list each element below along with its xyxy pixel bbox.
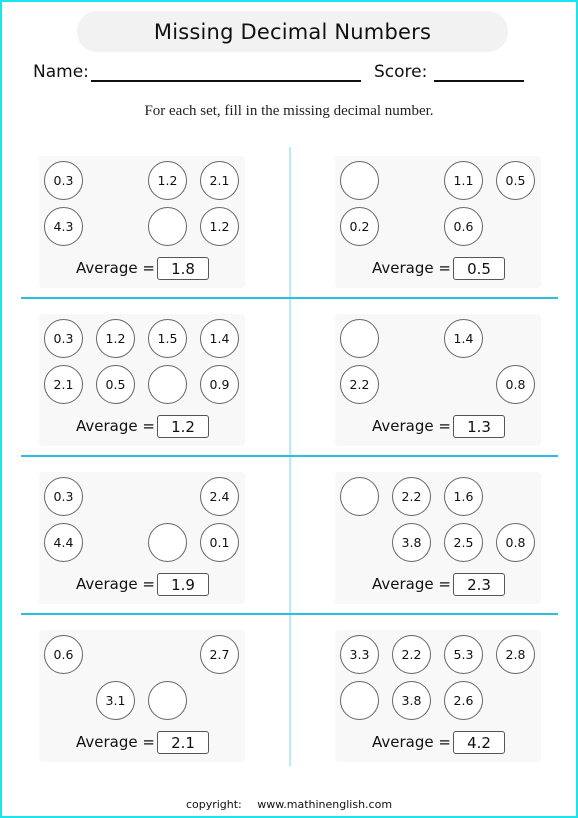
number-circle: 1.4 — [444, 319, 483, 358]
missing-number-input[interactable] — [340, 161, 379, 200]
problem-set-6: 2.2 1.6 3.8 2.5 0.8 Average = 2.3 — [335, 472, 541, 604]
average-value-box: 1.8 — [157, 257, 209, 280]
horizontal-divider — [21, 297, 558, 299]
number-circle: 0.5 — [96, 365, 135, 404]
average-label: Average = — [372, 733, 451, 751]
number-circle: 0.1 — [200, 523, 239, 562]
number-circle: 0.8 — [496, 365, 535, 404]
number-circle: 1.2 — [200, 207, 239, 246]
problem-set-2: 1.1 0.5 0.2 0.6 Average = 0.5 — [335, 156, 541, 288]
missing-number-input[interactable] — [148, 681, 187, 720]
horizontal-divider — [21, 455, 558, 457]
number-circle: 4.3 — [44, 207, 83, 246]
average-label: Average = — [76, 417, 155, 435]
number-circle: 2.4 — [200, 477, 239, 516]
number-circle: 0.5 — [496, 161, 535, 200]
number-circle: 4.4 — [44, 523, 83, 562]
footer: copyright: www.mathinenglish.com — [0, 798, 578, 811]
name-label: Name: — [33, 62, 89, 82]
problem-set-8: 3.3 2.2 5.3 2.8 3.8 2.6 Average = 4.2 — [335, 630, 541, 762]
average-label: Average = — [76, 575, 155, 593]
problem-set-1: 0.3 1.2 2.1 4.3 1.2 Average = 1.8 — [39, 156, 245, 288]
number-circle: 2.2 — [392, 635, 431, 674]
title-banner: Missing Decimal Numbers — [77, 11, 508, 52]
average-value-box: 1.9 — [157, 573, 209, 596]
number-circle: 2.6 — [444, 681, 483, 720]
score-field[interactable] — [434, 80, 524, 82]
number-circle: 0.3 — [44, 477, 83, 516]
average-value-box: 2.3 — [453, 573, 505, 596]
missing-number-input[interactable] — [340, 319, 379, 358]
number-circle: 1.2 — [148, 161, 187, 200]
problem-set-3: 0.3 1.2 1.5 1.4 2.1 0.5 0.9 Average = 1.2 — [39, 314, 245, 446]
number-circle: 1.1 — [444, 161, 483, 200]
number-circle: 3.3 — [340, 635, 379, 674]
average-label: Average = — [76, 733, 155, 751]
missing-number-input[interactable] — [148, 365, 187, 404]
problem-set-5: 0.3 2.4 4.4 0.1 Average = 1.9 — [39, 472, 245, 604]
number-circle: 1.2 — [96, 319, 135, 358]
instructions: For each set, fill in the missing decima… — [144, 103, 434, 119]
number-circle: 5.3 — [444, 635, 483, 674]
missing-number-input[interactable] — [148, 523, 187, 562]
number-circle: 2.7 — [200, 635, 239, 674]
number-circle: 2.1 — [200, 161, 239, 200]
number-circle: 1.6 — [444, 477, 483, 516]
number-circle: 3.1 — [96, 681, 135, 720]
problem-set-4: 1.4 2.2 0.8 Average = 1.3 — [335, 314, 541, 446]
average-label: Average = — [372, 259, 451, 277]
copyright-label: copyright: — [185, 798, 242, 811]
number-circle: 3.8 — [392, 681, 431, 720]
average-value-box: 1.3 — [453, 415, 505, 438]
number-circle: 1.4 — [200, 319, 239, 358]
website-link[interactable]: www.mathinenglish.com — [257, 798, 392, 811]
number-circle: 0.2 — [340, 207, 379, 246]
horizontal-divider — [21, 613, 558, 615]
average-value-box: 0.5 — [453, 257, 505, 280]
number-circle: 0.3 — [44, 161, 83, 200]
average-value-box: 1.2 — [157, 415, 209, 438]
number-circle: 0.6 — [444, 207, 483, 246]
number-circle: 0.8 — [496, 523, 535, 562]
number-circle: 1.5 — [148, 319, 187, 358]
missing-number-input[interactable] — [340, 477, 379, 516]
average-label: Average = — [76, 259, 155, 277]
number-circle: 0.9 — [200, 365, 239, 404]
missing-number-input[interactable] — [340, 681, 379, 720]
average-value-box: 2.1 — [157, 731, 209, 754]
name-score-row: Name: Score: — [33, 60, 533, 86]
missing-number-input[interactable] — [148, 207, 187, 246]
number-circle: 2.1 — [44, 365, 83, 404]
name-field[interactable] — [91, 80, 361, 82]
score-label: Score: — [374, 62, 428, 82]
number-circle: 2.5 — [444, 523, 483, 562]
average-value-box: 4.2 — [453, 731, 505, 754]
number-circle: 0.6 — [44, 635, 83, 674]
page-title: Missing Decimal Numbers — [153, 19, 432, 44]
number-circle: 2.8 — [496, 635, 535, 674]
problem-set-7: 0.6 2.7 3.1 Average = 2.1 — [39, 630, 245, 762]
average-label: Average = — [372, 575, 451, 593]
number-circle: 0.3 — [44, 319, 83, 358]
number-circle: 2.2 — [392, 477, 431, 516]
number-circle: 3.8 — [392, 523, 431, 562]
number-circle: 2.2 — [340, 365, 379, 404]
average-label: Average = — [372, 417, 451, 435]
